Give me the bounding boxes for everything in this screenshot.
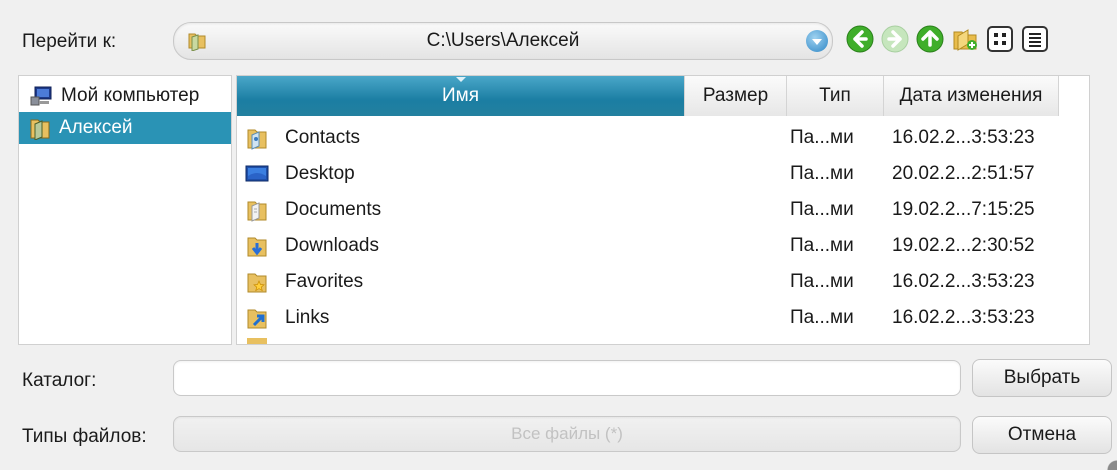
file-row-favorites[interactable]: Favorites Па...ми 16.02.2...3:53:23 xyxy=(237,264,1089,300)
filetypes-value: Все файлы (*) xyxy=(511,424,623,443)
goto-label: Перейти к: xyxy=(22,31,117,52)
file-type: Па...ми xyxy=(790,127,854,148)
path-dropdown-icon[interactable] xyxy=(806,30,828,52)
file-type: Па...ми xyxy=(790,199,854,220)
links-folder-icon xyxy=(247,309,267,329)
catalog-input[interactable] xyxy=(173,360,961,396)
forward-icon[interactable] xyxy=(880,24,910,54)
file-type: Па...ми xyxy=(790,307,854,328)
list-view-icon[interactable] xyxy=(1020,24,1050,54)
downloads-folder-icon xyxy=(247,237,267,257)
up-icon[interactable] xyxy=(915,24,945,54)
file-type: Па...ми xyxy=(790,271,854,292)
file-name: Favorites xyxy=(285,271,364,292)
favorites-folder-icon xyxy=(247,273,267,293)
file-name: Downloads xyxy=(285,235,379,256)
column-header-name[interactable]: Имя xyxy=(237,76,685,116)
desktop-folder-icon xyxy=(245,165,269,182)
file-date: 16.02.2...3:53:23 xyxy=(892,307,1035,328)
file-row-links[interactable]: Links Па...ми 16.02.2...3:53:23 xyxy=(237,300,1089,336)
documents-folder-icon xyxy=(247,201,267,222)
column-header-type[interactable]: Тип xyxy=(787,76,884,116)
file-row-desktop[interactable]: Desktop Па...ми 20.02.2...2:51:57 xyxy=(237,156,1089,192)
file-date: 16.02.2...3:53:23 xyxy=(892,127,1035,148)
column-header-size[interactable]: Размер xyxy=(685,76,787,116)
file-date: 19.02.2...2:30:52 xyxy=(892,235,1035,256)
sort-indicator-icon xyxy=(455,77,466,82)
file-row-contacts[interactable]: Contacts Па...ми 16.02.2...3:53:23 xyxy=(237,120,1089,156)
partial-row-icon xyxy=(247,338,267,344)
filetypes-select[interactable]: Все файлы (*) xyxy=(173,416,961,452)
sidebar-item-my-computer[interactable]: Мой компьютер xyxy=(19,80,231,112)
cancel-button[interactable]: Отмена xyxy=(972,416,1112,454)
file-name: Desktop xyxy=(285,163,355,184)
sidebar-item-user[interactable]: Алексей xyxy=(19,112,231,144)
computer-icon xyxy=(30,86,52,106)
catalog-label: Каталог: xyxy=(22,370,97,391)
places-sidebar: Мой компьютер Алексей xyxy=(18,75,232,345)
file-date: 20.02.2...2:51:57 xyxy=(892,163,1035,184)
filetypes-label: Типы файлов: xyxy=(22,426,147,447)
file-name: Contacts xyxy=(285,127,360,148)
file-row-downloads[interactable]: Downloads Па...ми 19.02.2...2:30:52 xyxy=(237,228,1089,264)
column-header-date[interactable]: Дата изменения xyxy=(884,76,1059,116)
file-date: 19.02.2...7:15:25 xyxy=(892,199,1035,220)
file-list: Имя Размер Тип Дата изменения Contacts П… xyxy=(236,75,1090,345)
file-type: Па...ми xyxy=(790,163,854,184)
sidebar-item-label: Алексей xyxy=(59,117,133,138)
file-name: Documents xyxy=(285,199,382,220)
file-name: Links xyxy=(285,307,330,328)
user-folder-icon xyxy=(30,119,50,140)
new-folder-icon[interactable] xyxy=(950,24,980,54)
select-button[interactable]: Выбрать xyxy=(972,359,1112,397)
file-type: Па...ми xyxy=(790,235,854,256)
path-combobox[interactable]: C:\Users\Алексей xyxy=(173,22,833,60)
file-date: 16.02.2...3:53:23 xyxy=(892,271,1035,292)
path-text: C:\Users\Алексей xyxy=(426,30,580,51)
contacts-folder-icon xyxy=(247,129,267,150)
resize-grip-icon[interactable] xyxy=(1099,452,1117,470)
back-icon[interactable] xyxy=(845,24,875,54)
file-row-documents[interactable]: Documents Па...ми 19.02.2...7:15:25 xyxy=(237,192,1089,228)
icon-view-icon[interactable] xyxy=(985,24,1015,54)
sidebar-item-label: Мой компьютер xyxy=(61,85,200,106)
